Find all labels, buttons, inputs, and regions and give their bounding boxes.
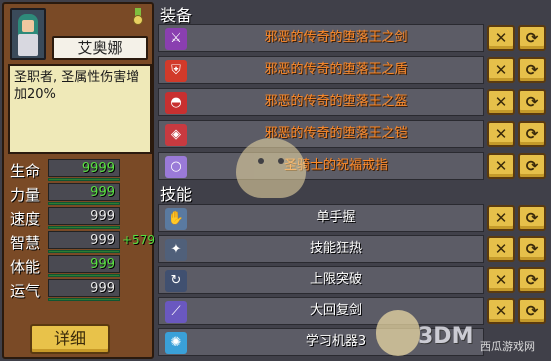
swap-button[interactable]: ⟳ (518, 57, 546, 83)
portrait-body (18, 34, 38, 56)
portrait-face (22, 20, 34, 32)
detail-button[interactable]: 详细 (30, 324, 110, 354)
ring-icon: ○ (165, 156, 187, 178)
stat-label: 力量 (10, 186, 41, 204)
stat-bar (48, 274, 120, 277)
watermark-site-text: 西瓜游戏网 (480, 340, 535, 353)
swap-button[interactable]: ⟳ (518, 25, 546, 51)
equipment-row[interactable]: ◈ 邪恶的传奇的堕落王之铠 (158, 120, 484, 148)
skill-name: 上限突破 (309, 272, 362, 287)
equipment-row[interactable]: ◓ 邪恶的传奇的堕落王之盔 (158, 88, 484, 116)
equipment-row[interactable]: ⚔ 邪恶的传奇的堕落王之剑 (158, 24, 484, 52)
stat-label: 运气 (10, 282, 41, 300)
stat-stamina: 体能 999 (8, 254, 152, 277)
remove-button[interactable]: ✕ (487, 89, 515, 115)
character-name: 艾奥娜 (52, 36, 148, 60)
stat-value-box: 999 (48, 231, 120, 249)
armor-icon: ◈ (165, 124, 187, 146)
remove-button[interactable]: ✕ (487, 267, 515, 293)
skill-name: 单手握 (316, 210, 356, 225)
remove-button[interactable]: ✕ (487, 121, 515, 147)
skill-row[interactable]: ↻ 上限突破 (158, 266, 484, 294)
stat-value-box: 999 (48, 207, 120, 225)
remove-button[interactable]: ✕ (487, 236, 515, 262)
skill-row[interactable]: ✋ 单手握 (158, 204, 484, 232)
fire-icon: ✦ (165, 239, 187, 261)
stat-hp: 生命 9999 (8, 158, 152, 181)
stat-label: 智慧 (10, 234, 41, 252)
medal-icon (132, 8, 144, 26)
character-portrait[interactable] (10, 8, 46, 60)
gear-icon: ✺ (165, 332, 187, 354)
equipment-title: 装备 (160, 6, 193, 25)
stat-bar (48, 298, 120, 301)
skill-row[interactable]: ✦ 技能狂热 (158, 235, 484, 263)
stat-value: 999 (90, 209, 115, 224)
stat-bar (48, 178, 120, 181)
equipment-row[interactable]: ⛨ 邪恶的传奇的堕落王之盾 (158, 56, 484, 84)
stat-value: 999 (90, 185, 115, 200)
helmet-icon: ◓ (165, 92, 187, 114)
stats-list: 生命 9999 力量 999 速度 999 智慧 999 +579 体能 999… (8, 158, 155, 302)
stat-bar (48, 202, 120, 205)
sword-icon: ⚔ (165, 28, 187, 50)
stat-label: 生命 (10, 162, 41, 180)
stat-bonus: +579 (122, 233, 155, 247)
stat-bar (48, 226, 120, 229)
skill-name: 技能狂热 (309, 241, 362, 256)
stat-strength: 力量 999 (8, 182, 152, 205)
equipment-name: 邪恶的传奇的堕落王之剑 (264, 30, 408, 45)
game-screen: 艾奥娜 圣职者, 圣属性伤害增加20% 生命 9999 力量 999 速度 99… (0, 0, 551, 361)
stat-value: 999 (90, 233, 115, 248)
swap-button[interactable]: ⟳ (518, 153, 546, 179)
stat-value: 999 (90, 281, 115, 296)
stat-value: 999 (90, 257, 115, 272)
character-description: 圣职者, 圣属性伤害增加20% (8, 64, 152, 154)
equipment-name: 邪恶的传奇的堕落王之盔 (264, 94, 408, 109)
swap-button[interactable]: ⟳ (518, 89, 546, 115)
watermark-logo: 3DM 西瓜游戏网 (366, 304, 551, 361)
watermark-mascot (226, 124, 320, 208)
equipment-name: 邪恶的传奇的堕落王之盾 (264, 62, 408, 77)
remove-button[interactable]: ✕ (487, 205, 515, 231)
stat-value-box: 999 (48, 183, 120, 201)
remove-button[interactable]: ✕ (487, 153, 515, 179)
hand-icon: ✋ (165, 208, 187, 230)
stat-value-box: 999 (48, 255, 120, 273)
stat-label: 速度 (10, 210, 41, 228)
stat-value: 9999 (81, 161, 115, 176)
stat-wisdom: 智慧 999 +579 (8, 230, 155, 253)
character-panel: 艾奥娜 圣职者, 圣属性伤害增加20% 生命 9999 力量 999 速度 99… (2, 2, 155, 359)
shield-icon: ⛨ (165, 60, 187, 82)
swap-button[interactable]: ⟳ (518, 205, 546, 231)
remove-button[interactable]: ✕ (487, 57, 515, 83)
equipment-row[interactable]: ○ 圣骑士的祝福戒指 (158, 152, 484, 180)
swap-button[interactable]: ⟳ (518, 236, 546, 262)
break-icon: ↻ (165, 270, 187, 292)
stat-label: 体能 (10, 258, 41, 276)
stat-speed: 速度 999 (8, 206, 152, 229)
remove-button[interactable]: ✕ (487, 25, 515, 51)
watermark-logo-text: 3DM (418, 324, 474, 349)
stat-bar (48, 250, 120, 253)
stat-value-box: 9999 (48, 159, 120, 177)
slash-icon: ⟋ (165, 301, 187, 323)
swap-button[interactable]: ⟳ (518, 121, 546, 147)
swap-button[interactable]: ⟳ (518, 267, 546, 293)
skills-title: 技能 (160, 185, 193, 204)
stat-luck: 运气 999 (8, 278, 152, 301)
stat-value-box: 999 (48, 279, 120, 297)
